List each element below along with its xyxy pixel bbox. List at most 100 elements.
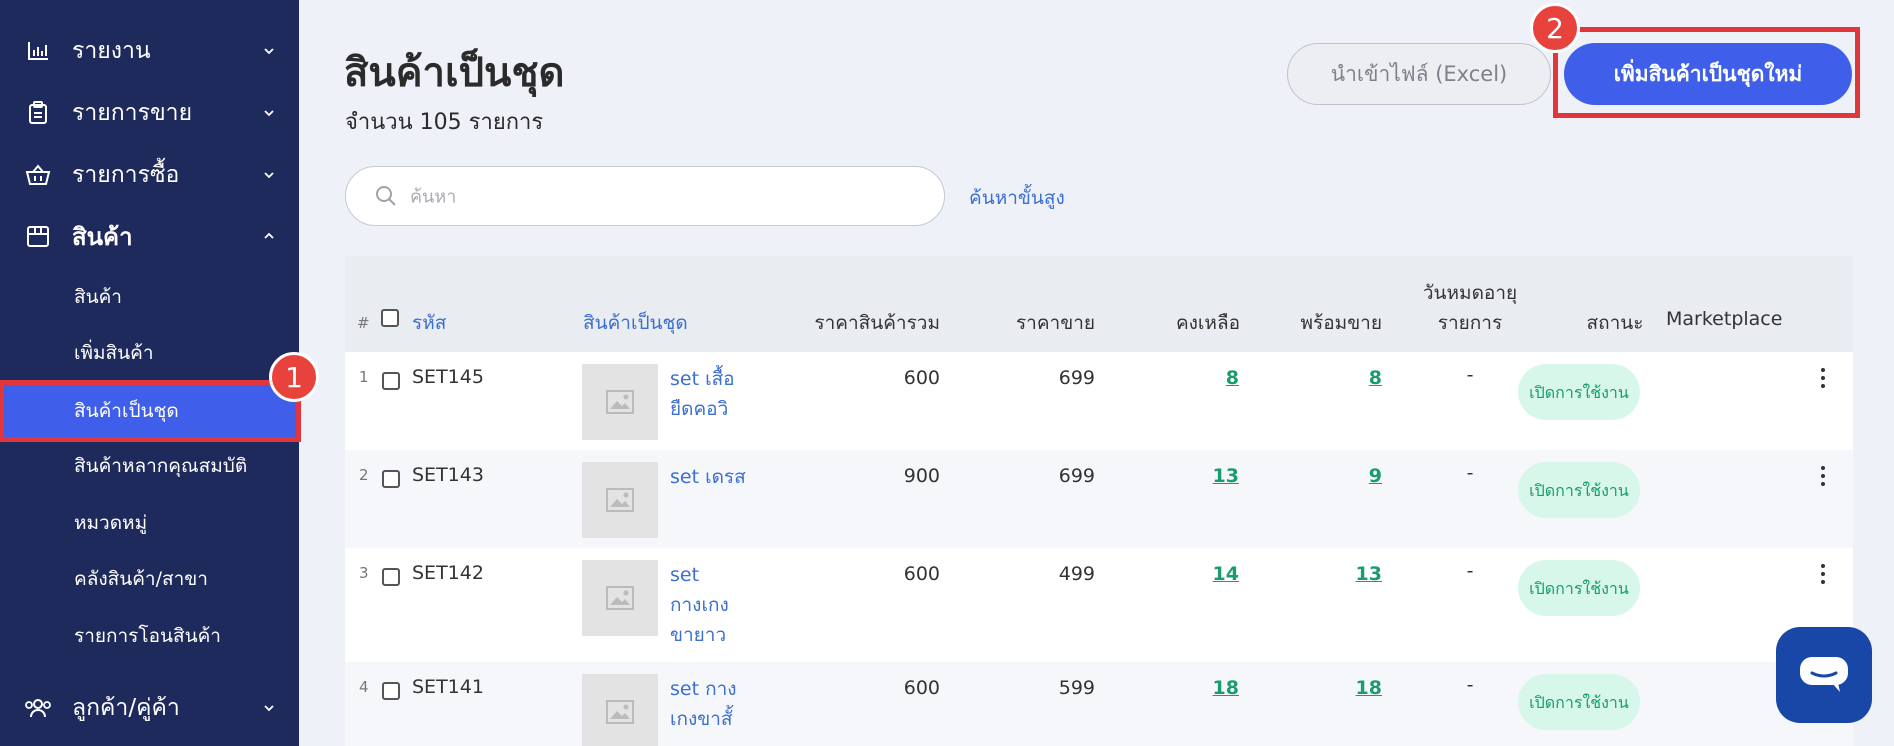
row-remaining-link[interactable]: 14 (1125, 563, 1239, 585)
status-badge: เปิดการใช้งาน (1518, 462, 1640, 518)
row-ready-link[interactable]: 9 (1265, 465, 1382, 487)
import-excel-button[interactable]: นำเข้าไฟล์ (Excel) (1287, 43, 1551, 105)
sidebar-subitem-label: หมวดหมู่ (74, 512, 148, 534)
row-bundle-name[interactable]: set กางเกงขายาว (670, 560, 750, 650)
row-sale-price: 499 (1058, 563, 1095, 585)
sidebar-subitem-label: คลังสินค้า/สาขา (74, 568, 208, 590)
sidebar-subitem-label: เพิ่มสินค้า (74, 342, 154, 364)
sidebar: รายงาน รายการขาย รายการซื้อ สินค้า สินค้… (0, 0, 301, 746)
search-input[interactable]: ค้นหา (345, 166, 945, 226)
step-annotation-2: 2 (1530, 3, 1580, 53)
row-total-price: 600 (903, 677, 940, 699)
status-badge: เปิดการใช้งาน (1518, 674, 1640, 730)
header-sale-price: ราคาขาย (1015, 312, 1095, 334)
chat-bubble-icon (1800, 657, 1848, 692)
clipboard-icon (24, 99, 52, 127)
table-row[interactable]: 3 SET142 set กางเกงขายาว 600 499 14 13 -… (345, 548, 1853, 662)
sidebar-item-label: สินค้า (72, 222, 133, 251)
step-annotation-1: 1 (269, 352, 319, 402)
row-remaining-link[interactable]: 8 (1125, 367, 1239, 389)
sidebar-subitem-products[interactable]: สินค้า (0, 269, 299, 325)
image-placeholder-icon (582, 462, 658, 538)
row-expiry: - (1466, 462, 1474, 484)
image-placeholder-icon (582, 364, 658, 440)
header-remaining: คงเหลือ (1175, 312, 1240, 334)
header-bundle-name[interactable]: สินค้าเป็นชุด (583, 308, 688, 338)
sidebar-subitem-add-product[interactable]: เพิ่มสินค้า (0, 325, 299, 381)
sidebar-subitem-warehouses[interactable]: คลังสินค้า/สาขา (0, 551, 299, 607)
row-bundle-name[interactable]: set เสื้อยืดคอวิ (670, 364, 750, 424)
sidebar-item-label: รายการขาย (72, 100, 193, 126)
row-code: SET145 (412, 366, 484, 388)
sidebar-subitem-label: สินค้าหลากคุณสมบัติ (74, 455, 248, 477)
row-code: SET142 (412, 562, 484, 584)
sidebar-subitem-transfers[interactable]: รายการโอนสินค้า (0, 608, 299, 664)
sidebar-subitem-label: รายการโอนสินค้า (74, 625, 221, 647)
row-checkbox[interactable] (382, 682, 400, 700)
row-ready-link[interactable]: 18 (1265, 677, 1382, 699)
chevron-down-icon (264, 705, 274, 712)
row-bundle-name[interactable]: set กางเกงขาสั้ (670, 674, 750, 740)
chevron-down-icon (264, 48, 274, 55)
page-title: สินค้าเป็นชุด (344, 50, 565, 96)
box-icon (24, 222, 52, 250)
row-index: 3 (359, 564, 369, 582)
sidebar-subitem-bundle-products[interactable]: สินค้าเป็นชุด (0, 380, 301, 442)
row-remaining-link[interactable]: 18 (1125, 677, 1239, 699)
more-options-icon[interactable] (1813, 366, 1833, 390)
more-options-icon[interactable] (1813, 464, 1833, 488)
more-options-icon[interactable] (1813, 562, 1833, 586)
sidebar-item-reports[interactable]: รายงาน (0, 34, 299, 68)
row-expiry: - (1466, 674, 1474, 696)
chevron-up-icon (264, 232, 274, 239)
row-code: SET143 (412, 464, 484, 486)
row-expiry: - (1466, 364, 1474, 386)
search-icon (376, 186, 396, 206)
select-all-checkbox[interactable] (381, 309, 399, 327)
bundle-table: # รหัส สินค้าเป็นชุด ราคาสินค้ารวม ราคาข… (345, 256, 1853, 746)
row-bundle-name[interactable]: set เดรส (670, 462, 750, 492)
chevron-down-icon (264, 110, 274, 117)
header-ready: พร้อมขาย (1300, 312, 1382, 334)
row-checkbox[interactable] (382, 372, 400, 390)
sidebar-item-sales[interactable]: รายการขาย (0, 96, 299, 130)
sidebar-item-products[interactable]: สินค้า (0, 219, 299, 253)
status-badge: เปิดการใช้งาน (1518, 364, 1640, 420)
row-checkbox[interactable] (382, 470, 400, 488)
row-total-price: 600 (903, 563, 940, 585)
sidebar-item-label: รายการซื้อ (72, 162, 180, 188)
row-ready-link[interactable]: 8 (1265, 367, 1382, 389)
sidebar-subitem-label: สินค้าเป็นชุด (74, 400, 179, 422)
row-checkbox[interactable] (382, 568, 400, 586)
row-index: 2 (359, 466, 369, 484)
table-row[interactable]: 2 SET143 set เดรส 900 699 13 9 - เปิดการ… (345, 450, 1853, 548)
item-count: จำนวน 105 รายการ (345, 110, 544, 135)
header-code[interactable]: รหัส (412, 308, 446, 338)
basket-icon (24, 161, 52, 189)
header-expiry: วันหมดอายุ (1422, 282, 1518, 304)
header-index: # (357, 314, 370, 332)
sidebar-item-customers[interactable]: ลูกค้า/คู่ค้า (0, 691, 299, 725)
table-row[interactable]: 1 SET145 set เสื้อยืดคอวิ 600 699 8 8 - … (345, 352, 1853, 450)
users-icon (24, 694, 52, 722)
search-placeholder: ค้นหา (410, 186, 457, 208)
row-sale-price: 699 (1058, 465, 1095, 487)
row-expiry: - (1466, 560, 1474, 582)
row-remaining-link[interactable]: 13 (1125, 465, 1239, 487)
chat-button[interactable] (1776, 627, 1872, 723)
sidebar-item-label: ลูกค้า/คู่ค้า (72, 695, 180, 721)
table-header: # รหัส สินค้าเป็นชุด ราคาสินค้ารวม ราคาข… (345, 256, 1853, 352)
sidebar-item-label: รายงาน (72, 38, 151, 64)
sidebar-subitem-variant-products[interactable]: สินค้าหลากคุณสมบัติ (0, 438, 299, 494)
table-row[interactable]: 4 SET141 set กางเกงขาสั้ 600 599 18 18 -… (345, 662, 1853, 746)
sidebar-subitem-categories[interactable]: หมวดหมู่ (0, 495, 299, 551)
row-total-price: 600 (903, 367, 940, 389)
advanced-search-link[interactable]: ค้นหาขั้นสูง (969, 183, 1065, 213)
row-ready-link[interactable]: 13 (1265, 563, 1382, 585)
image-placeholder-icon (582, 674, 658, 746)
row-sale-price: 599 (1058, 677, 1095, 699)
add-bundle-button[interactable]: เพิ่มสินค้าเป็นชุดใหม่ (1564, 43, 1852, 105)
status-badge: เปิดการใช้งาน (1518, 560, 1640, 616)
sidebar-item-purchases[interactable]: รายการซื้อ (0, 158, 299, 192)
row-sale-price: 699 (1058, 367, 1095, 389)
